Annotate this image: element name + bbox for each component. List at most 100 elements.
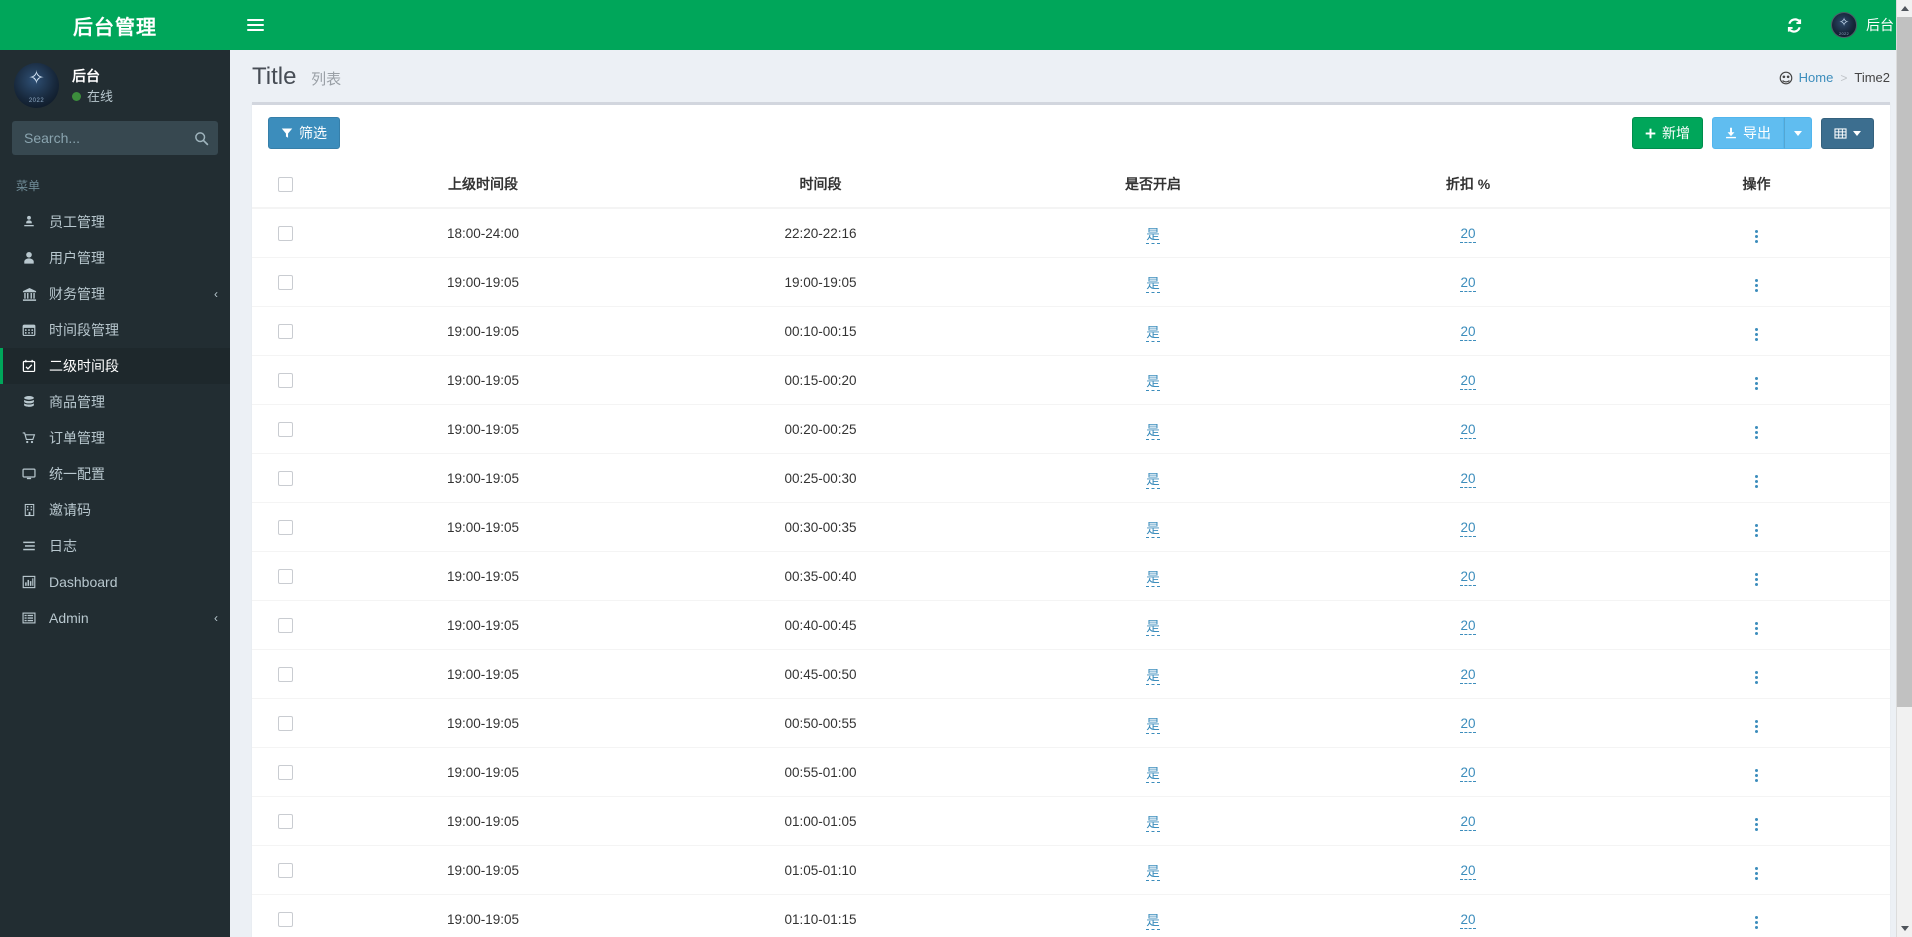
sidebar-item-employee[interactable]: 员工管理: [0, 204, 230, 240]
select-all-checkbox[interactable]: [277, 177, 293, 193]
row-checkbox[interactable]: [277, 421, 293, 437]
row-actions-button[interactable]: [1748, 620, 1765, 637]
export-button[interactable]: 导出: [1712, 117, 1784, 149]
discount-editable-link[interactable]: 20: [1460, 470, 1476, 488]
scrollbar-down-button[interactable]: [1897, 920, 1912, 937]
row-checkbox[interactable]: [277, 617, 293, 633]
sidebar-link-log[interactable]: 日志: [0, 528, 230, 564]
row-actions-button[interactable]: [1748, 669, 1765, 686]
row-actions-button[interactable]: [1748, 522, 1765, 539]
sidebar-item-dashboard[interactable]: Dashboard: [0, 564, 230, 600]
sidebar-item-secondary-time-period[interactable]: 二级时间段: [0, 348, 230, 384]
enabled-editable-link[interactable]: 是: [1146, 374, 1160, 391]
table-row[interactable]: 19:00-19:05 01:10-01:15 是 20: [252, 894, 1890, 937]
export-dropdown-toggle[interactable]: [1784, 117, 1812, 149]
sidebar-item-user[interactable]: 用户管理: [0, 240, 230, 276]
row-checkbox[interactable]: [277, 519, 293, 535]
row-checkbox[interactable]: [277, 666, 293, 682]
discount-editable-link[interactable]: 20: [1460, 666, 1476, 684]
enabled-editable-link[interactable]: 是: [1146, 227, 1160, 244]
enabled-editable-link[interactable]: 是: [1146, 766, 1160, 783]
sidebar-item-log[interactable]: 日志: [0, 528, 230, 564]
enabled-editable-link[interactable]: 是: [1146, 276, 1160, 293]
row-checkbox[interactable]: [277, 323, 293, 339]
scrollbar-thumb[interactable]: [1897, 17, 1912, 707]
table-row[interactable]: 19:00-19:05 00:35-00:40 是 20: [252, 551, 1890, 601]
discount-editable-link[interactable]: 20: [1460, 274, 1476, 292]
table-row[interactable]: 19:00-19:05 00:30-00:35 是 20: [252, 502, 1890, 552]
enabled-editable-link[interactable]: 是: [1146, 668, 1160, 685]
row-actions-button[interactable]: [1748, 424, 1765, 441]
enabled-editable-link[interactable]: 是: [1146, 325, 1160, 342]
table-row[interactable]: 19:00-19:05 00:40-00:45 是 20: [252, 600, 1890, 650]
table-row[interactable]: 19:00-19:05 00:25-00:30 是 20: [252, 453, 1890, 503]
row-actions-button[interactable]: [1748, 571, 1765, 588]
page-scrollbar[interactable]: [1896, 0, 1912, 937]
row-actions-button[interactable]: [1748, 277, 1765, 294]
sidebar-link-product[interactable]: 商品管理: [0, 384, 230, 420]
table-row[interactable]: 19:00-19:05 19:00-19:05 是 20: [252, 257, 1890, 307]
row-checkbox[interactable]: [277, 862, 293, 878]
sidebar-toggle-button[interactable]: [230, 0, 280, 50]
discount-editable-link[interactable]: 20: [1460, 225, 1476, 243]
breadcrumb-home-link[interactable]: Home: [1779, 70, 1833, 85]
discount-editable-link[interactable]: 20: [1460, 764, 1476, 782]
enabled-editable-link[interactable]: 是: [1146, 570, 1160, 587]
sidebar-item-finance[interactable]: 财务管理 ‹: [0, 276, 230, 312]
row-checkbox[interactable]: [277, 715, 293, 731]
table-row[interactable]: 19:00-19:05 01:05-01:10 是 20: [252, 845, 1890, 895]
sidebar-link-admin[interactable]: Admin ‹: [0, 600, 230, 636]
sidebar-item-product[interactable]: 商品管理: [0, 384, 230, 420]
column-header-parent-period[interactable]: 上级时间段: [318, 161, 648, 209]
discount-editable-link[interactable]: 20: [1460, 568, 1476, 586]
column-header-period[interactable]: 时间段: [648, 161, 993, 209]
row-actions-button[interactable]: [1748, 228, 1765, 245]
discount-editable-link[interactable]: 20: [1460, 323, 1476, 341]
app-logo[interactable]: 后台管理: [0, 0, 230, 50]
table-row[interactable]: 19:00-19:05 01:00-01:05 是 20: [252, 796, 1890, 846]
discount-editable-link[interactable]: 20: [1460, 372, 1476, 390]
table-row[interactable]: 19:00-19:05 00:50-00:55 是 20: [252, 698, 1890, 748]
enabled-editable-link[interactable]: 是: [1146, 717, 1160, 734]
row-checkbox[interactable]: [277, 813, 293, 829]
discount-editable-link[interactable]: 20: [1460, 911, 1476, 929]
add-button[interactable]: 新增: [1632, 117, 1703, 149]
column-header-discount[interactable]: 折扣 %: [1313, 161, 1623, 209]
row-actions-button[interactable]: [1748, 865, 1765, 882]
sidebar-link-finance[interactable]: 财务管理 ‹: [0, 276, 230, 312]
enabled-editable-link[interactable]: 是: [1146, 472, 1160, 489]
row-checkbox[interactable]: [277, 274, 293, 290]
row-checkbox[interactable]: [277, 225, 293, 241]
enabled-editable-link[interactable]: 是: [1146, 815, 1160, 832]
sidebar-link-user[interactable]: 用户管理: [0, 240, 230, 276]
discount-editable-link[interactable]: 20: [1460, 862, 1476, 880]
column-header-enabled[interactable]: 是否开启: [993, 161, 1313, 209]
sidebar-item-config[interactable]: 统一配置: [0, 456, 230, 492]
sidebar-link-dashboard[interactable]: Dashboard: [0, 564, 230, 600]
sidebar-item-time-period[interactable]: 时间段管理: [0, 312, 230, 348]
row-checkbox[interactable]: [277, 764, 293, 780]
sidebar-link-time-period[interactable]: 时间段管理: [0, 312, 230, 348]
filter-button[interactable]: 筛选: [268, 117, 340, 149]
row-checkbox[interactable]: [277, 911, 293, 927]
sidebar-item-order[interactable]: 订单管理: [0, 420, 230, 456]
discount-editable-link[interactable]: 20: [1460, 715, 1476, 733]
refresh-button[interactable]: [1770, 0, 1819, 50]
table-row[interactable]: 19:00-19:05 00:15-00:20 是 20: [252, 355, 1890, 405]
columns-toggle-button[interactable]: [1821, 117, 1874, 149]
row-checkbox[interactable]: [277, 470, 293, 486]
sidebar-link-invite-code[interactable]: 邀请码: [0, 492, 230, 528]
row-checkbox[interactable]: [277, 372, 293, 388]
table-row[interactable]: 19:00-19:05 00:10-00:15 是 20: [252, 306, 1890, 356]
row-actions-button[interactable]: [1748, 718, 1765, 735]
discount-editable-link[interactable]: 20: [1460, 519, 1476, 537]
sidebar-link-employee[interactable]: 员工管理: [0, 204, 230, 240]
sidebar-item-admin[interactable]: Admin ‹: [0, 600, 230, 636]
row-actions-button[interactable]: [1748, 816, 1765, 833]
table-row[interactable]: 19:00-19:05 00:20-00:25 是 20: [252, 404, 1890, 454]
enabled-editable-link[interactable]: 是: [1146, 521, 1160, 538]
row-actions-button[interactable]: [1748, 326, 1765, 343]
row-checkbox[interactable]: [277, 568, 293, 584]
search-submit-button[interactable]: [184, 121, 218, 155]
discount-editable-link[interactable]: 20: [1460, 421, 1476, 439]
